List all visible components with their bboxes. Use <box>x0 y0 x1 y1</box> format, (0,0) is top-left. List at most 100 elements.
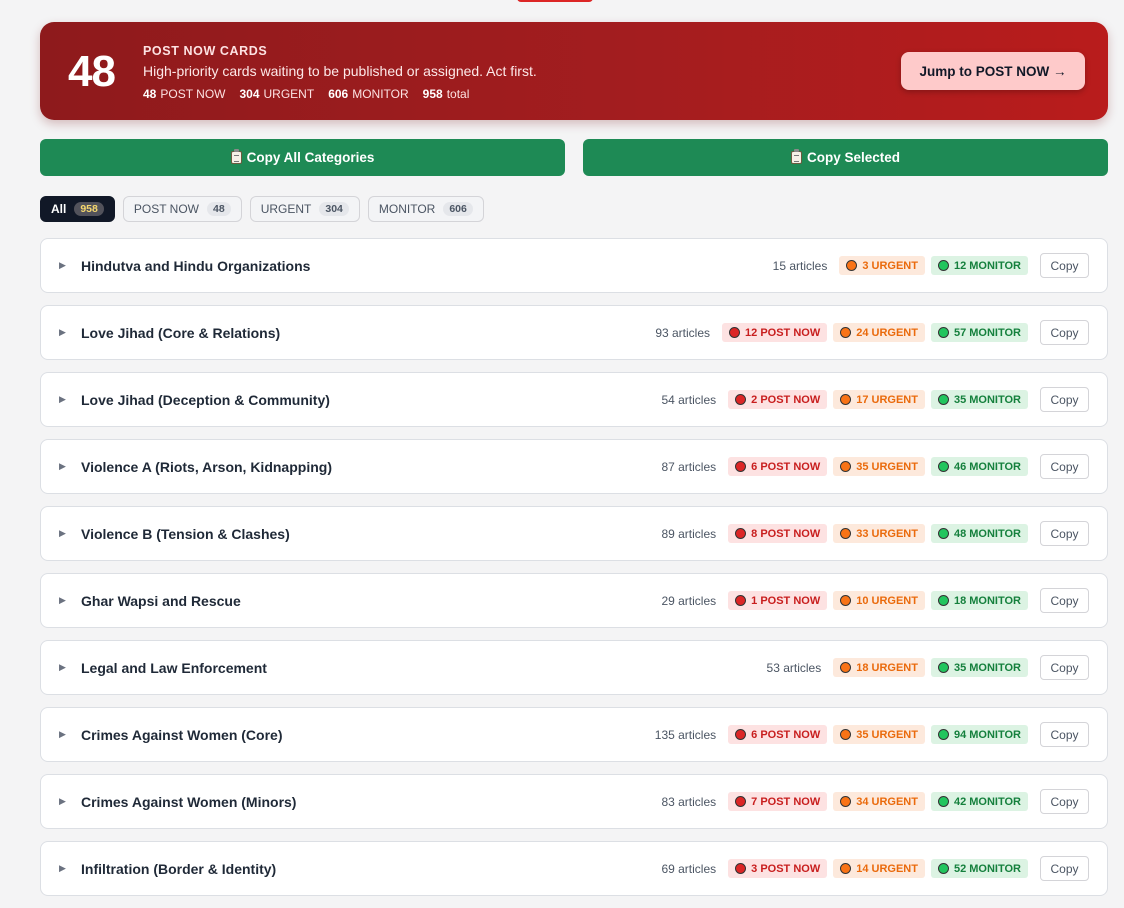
category-row[interactable]: ▶ Violence B (Tension & Clashes) 89 arti… <box>40 506 1108 561</box>
copy-category-button[interactable]: Copy <box>1040 588 1089 613</box>
orange-dot-icon <box>840 662 852 673</box>
orange-dot-icon <box>840 863 852 874</box>
article-count: 15 articles <box>772 258 828 273</box>
category-meta: 69 articles 3 POST NOW 14 URGENT 52 MONITO… <box>661 856 1089 881</box>
category-meta: 135 articles 6 POST NOW 35 URGENT 94 MONIT… <box>655 722 1089 747</box>
post-now-badge: 6 POST NOW <box>728 457 828 476</box>
orange-dot-icon <box>840 394 852 405</box>
copy-category-button[interactable]: Copy <box>1040 655 1089 680</box>
green-dot-icon <box>937 260 949 271</box>
expand-caret-icon[interactable]: ▶ <box>59 729 81 740</box>
filter-tabs: All 958 POST NOW 48 URGENT 304 MONITOR 6… <box>40 196 484 222</box>
copy-category-button[interactable]: Copy <box>1040 521 1089 546</box>
monitor-badge: 94 MONITOR <box>930 725 1028 744</box>
copy-category-button[interactable]: Copy <box>1040 387 1089 412</box>
copy-selected-label: Copy Selected <box>806 150 901 165</box>
category-row[interactable]: ▶ Crimes Against Women (Core) 135 articl… <box>40 707 1108 762</box>
green-dot-icon <box>937 662 949 673</box>
expand-caret-icon[interactable]: ▶ <box>59 327 81 338</box>
clipboard-icon <box>230 149 242 164</box>
green-dot-icon <box>937 461 949 472</box>
category-row[interactable]: ▶ Legal and Law Enforcement 53 articles … <box>40 640 1108 695</box>
filter-urgent[interactable]: URGENT 304 <box>249 196 360 222</box>
filter-post-now[interactable]: POST NOW 48 <box>122 196 242 222</box>
category-list: ▶ Hindutva and Hindu Organizations 15 ar… <box>40 238 1108 908</box>
copy-category-button[interactable]: Copy <box>1040 253 1089 278</box>
orange-dot-icon <box>840 729 852 740</box>
category-name: Crimes Against Women (Core) <box>81 726 283 743</box>
red-dot-icon <box>735 394 747 405</box>
post-now-badge: 8 POST NOW <box>728 524 828 543</box>
article-count: 135 articles <box>654 727 717 742</box>
copy-category-button[interactable]: Copy <box>1040 856 1089 881</box>
copy-category-button[interactable]: Copy <box>1040 320 1089 345</box>
urgent-badge: 33 URGENT <box>833 524 925 543</box>
stat-total: 958 total <box>422 87 470 101</box>
category-row[interactable]: ▶ Ghar Wapsi and Rescue 29 articles 1 PO… <box>40 573 1108 628</box>
category-meta: 87 articles 6 POST NOW 35 URGENT 46 MONITO… <box>661 454 1089 479</box>
banner-text: POST NOW CARDS High-priority cards waiti… <box>143 43 537 102</box>
red-dot-icon <box>735 595 747 606</box>
copy-category-button[interactable]: Copy <box>1040 454 1089 479</box>
monitor-badge: 35 MONITOR <box>930 390 1028 409</box>
copy-all-categories-button[interactable]: Copy All Categories <box>40 139 565 176</box>
stat-post-now: 48 POST NOW <box>143 87 226 101</box>
expand-caret-icon[interactable]: ▶ <box>59 796 81 807</box>
green-dot-icon <box>937 796 949 807</box>
category-meta: 93 articles 12 POST NOW 24 URGENT 57 MONIT… <box>655 320 1089 345</box>
category-row[interactable]: ▶ Violence A (Riots, Arson, Kidnapping) … <box>40 439 1108 494</box>
orange-dot-icon <box>840 595 852 606</box>
green-dot-icon <box>937 394 949 405</box>
expand-caret-icon[interactable]: ▶ <box>59 394 81 405</box>
filter-all[interactable]: All 958 <box>40 196 115 222</box>
expand-caret-icon[interactable]: ▶ <box>59 461 81 472</box>
jump-to-post-now-button[interactable]: Jump to POST NOW → <box>901 52 1085 90</box>
article-count: 29 articles <box>661 593 717 608</box>
green-dot-icon <box>937 528 949 539</box>
article-count: 53 articles <box>766 660 822 675</box>
copy-category-button[interactable]: Copy <box>1040 722 1089 747</box>
copy-all-label: Copy All Categories <box>246 150 375 165</box>
monitor-badge: 46 MONITOR <box>930 457 1028 476</box>
expand-caret-icon[interactable]: ▶ <box>59 863 81 874</box>
expand-caret-icon[interactable]: ▶ <box>59 595 81 606</box>
category-meta: 53 articles 18 URGENT 35 MONITOR Copy <box>767 655 1089 680</box>
category-row[interactable]: ▶ Hindutva and Hindu Organizations 15 ar… <box>40 238 1108 293</box>
filter-monitor[interactable]: MONITOR 606 <box>367 196 484 222</box>
stat-monitor: 606 MONITOR <box>328 87 409 101</box>
category-name: Crimes Against Women (Minors) <box>81 793 297 810</box>
category-row[interactable]: ▶ Crimes Against Women (Minors) 83 artic… <box>40 774 1108 829</box>
category-row[interactable]: ▶ Love Jihad (Deception & Community) 54 … <box>40 372 1108 427</box>
category-meta: 54 articles 2 POST NOW 17 URGENT 35 MONITO… <box>661 387 1089 412</box>
copy-selected-button[interactable]: Copy Selected <box>583 139 1108 176</box>
expand-caret-icon[interactable]: ▶ <box>59 528 81 539</box>
urgent-badge: 18 URGENT <box>833 658 925 677</box>
urgent-badge: 35 URGENT <box>833 457 925 476</box>
filter-count: 48 <box>207 202 231 216</box>
banner-description: High-priority cards waiting to be publis… <box>143 63 537 79</box>
monitor-badge: 52 MONITOR <box>930 859 1028 878</box>
category-row[interactable]: ▶ Infiltration (Border & Identity) 69 ar… <box>40 841 1108 896</box>
green-dot-icon <box>937 729 949 740</box>
orange-dot-icon <box>840 528 852 539</box>
red-dot-icon <box>729 327 741 338</box>
orange-dot-icon <box>840 796 852 807</box>
stat-urgent: 304 URGENT <box>239 87 315 101</box>
filter-count: 606 <box>443 202 473 216</box>
category-name: Ghar Wapsi and Rescue <box>81 592 241 609</box>
category-row[interactable]: ▶ Love Jihad (Core & Relations) 93 artic… <box>40 305 1108 360</box>
urgent-badge: 35 URGENT <box>833 725 925 744</box>
monitor-badge: 12 MONITOR <box>930 256 1028 275</box>
copy-category-button[interactable]: Copy <box>1040 789 1089 814</box>
category-meta: 29 articles 1 POST NOW 10 URGENT 18 MONITO… <box>661 588 1089 613</box>
expand-caret-icon[interactable]: ▶ <box>59 260 81 271</box>
green-dot-icon <box>937 327 949 338</box>
monitor-badge: 42 MONITOR <box>930 792 1028 811</box>
expand-caret-icon[interactable]: ▶ <box>59 662 81 673</box>
filter-count: 958 <box>74 202 104 216</box>
urgent-badge: 34 URGENT <box>833 792 925 811</box>
category-meta: 15 articles 3 URGENT 12 MONITOR Copy <box>773 253 1089 278</box>
green-dot-icon <box>937 863 949 874</box>
post-now-badge: 3 POST NOW <box>728 859 828 878</box>
category-name: Love Jihad (Core & Relations) <box>81 324 281 341</box>
